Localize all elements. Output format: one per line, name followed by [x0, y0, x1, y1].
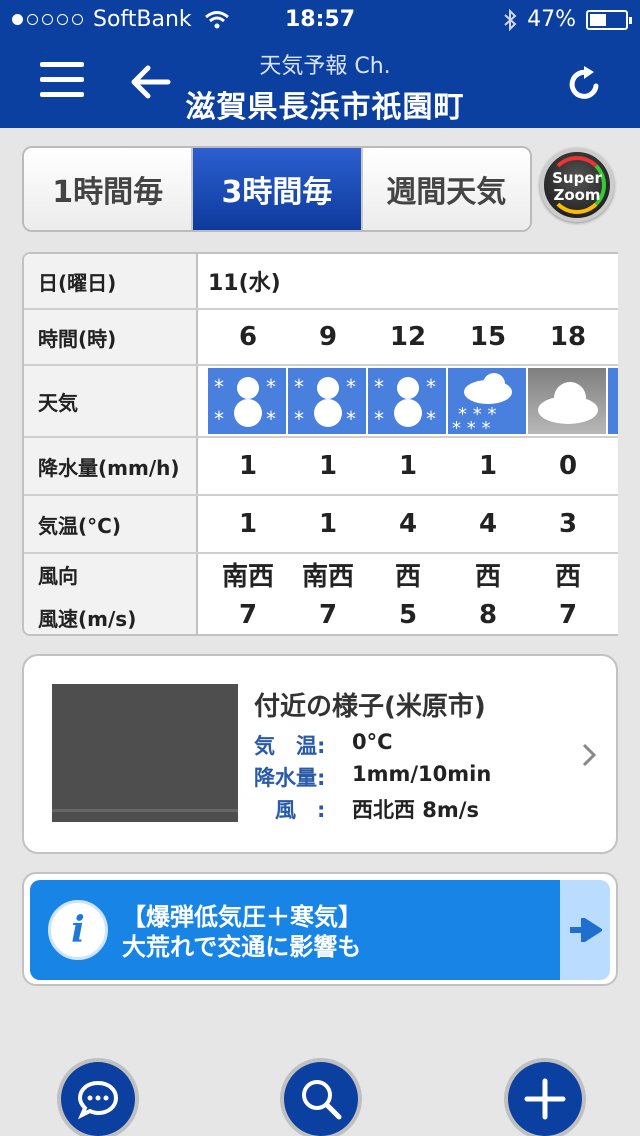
chat-button[interactable]	[61, 1062, 135, 1136]
bluetooth-icon	[504, 8, 517, 31]
info-icon: i	[48, 900, 108, 960]
time-label: 時間(時)	[24, 310, 198, 364]
svg-text:*: *	[374, 407, 384, 431]
wind-speed-label: 風速(m/s)	[38, 607, 137, 631]
time-cells: 6 9 12 15 18	[208, 310, 618, 364]
live-camera-image	[52, 684, 238, 822]
battery-icon	[586, 9, 632, 30]
news-banner[interactable]: i 【爆弾低気圧＋寒気】 大荒れで交通に影響も	[22, 872, 618, 986]
snow-icon: * * * *	[208, 368, 286, 434]
precip-cell: 1	[398, 451, 418, 481]
cloudy-icon	[528, 368, 606, 434]
weather-icon-partial	[608, 368, 618, 434]
wind-cell: 西8	[474, 562, 501, 630]
svg-text:*: *	[374, 375, 384, 399]
status-right: 47%	[503, 7, 632, 32]
battery-percent: 47%	[527, 7, 576, 32]
page-title: 滋賀県長浜市祇園町	[185, 90, 465, 125]
temp-cell: 4	[398, 509, 418, 539]
snow-icon: * * * *	[368, 368, 446, 434]
nearby-wind: 風 : 西北西 8m/s	[254, 798, 479, 822]
svg-text:*: *	[266, 407, 276, 431]
date-row: 日(曜日) 11(水)	[24, 254, 618, 310]
hour-cell: 18	[549, 322, 587, 352]
svg-text:*: *	[266, 375, 276, 399]
precip-cell: 1	[318, 451, 338, 481]
temp-cells: 1 1 4 4 3	[208, 496, 618, 552]
tab-1hour[interactable]: 1時間毎	[24, 148, 194, 230]
date-value: 11(水)	[208, 271, 281, 296]
svg-text:*: *	[426, 407, 436, 431]
precip-cell: 0	[558, 451, 578, 481]
hour-cell: 9	[318, 322, 338, 352]
wind-dir-label: 風向	[38, 564, 78, 588]
superzoom-button[interactable]: Super Zoom	[540, 148, 614, 222]
weather-label: 天気	[24, 366, 198, 436]
date-label: 日(曜日)	[24, 254, 198, 308]
precip-row: 降水量(mm/h) 1 1 1 1 0	[24, 438, 618, 496]
temp-cell: 3	[558, 509, 578, 539]
hour-cell: 15	[469, 322, 507, 352]
wind-cell: 西5	[394, 562, 421, 630]
precip-cell: 1	[238, 451, 258, 481]
nearby-conditions-card[interactable]: 付近の様子(米原市) 気 温: 0°C 降水量: 1mm/10min 風 : 西北西 …	[22, 654, 618, 854]
wind-label: 風向 風速(m/s)	[24, 554, 198, 634]
interval-tabs: 1時間毎 3時間毎 週間天気	[22, 146, 532, 232]
superzoom-label: Super Zoom	[552, 169, 602, 204]
chat-icon	[77, 1080, 119, 1120]
menu-button[interactable]	[40, 62, 84, 102]
forecast-table: 日(曜日) 11(水) 時間(時) 6 9 12 15 18 天気 * * * * …	[22, 252, 618, 636]
chevron-right-icon	[582, 743, 597, 767]
tab-weekly[interactable]: 週間天気	[362, 148, 530, 230]
weather-cells: * * * * * * * * * * * * * * * * * *	[200, 366, 618, 436]
svg-text:*: *	[294, 375, 304, 399]
news-headline: 【爆弾低気圧＋寒気】 大荒れで交通に影響も	[122, 903, 362, 961]
wind-cells: 南西 7 南西 7 西5 西8 西7	[208, 554, 618, 634]
header-title-block: 天気予報 Ch. 滋賀県長浜市祇園町	[175, 48, 475, 126]
hour-cell: 6	[238, 322, 258, 352]
weather-row: 天気 * * * * * * * * * * * * * * * * * *	[24, 366, 618, 438]
svg-text:*: *	[426, 375, 436, 399]
header-bar: SoftBank 18:57 47% 天気予報 Ch. 滋賀県長浜市祇園町	[0, 0, 640, 128]
temp-label: 気温(°C)	[24, 496, 198, 552]
header-subtitle: 天気予報 Ch.	[259, 54, 391, 79]
wind-cell: 南西 7	[221, 562, 274, 630]
status-bar: SoftBank 18:57 47%	[0, 0, 640, 40]
menu-icon	[40, 62, 84, 67]
search-button[interactable]	[284, 1062, 358, 1136]
cloud-snow-icon: * * * * * *	[448, 368, 526, 434]
back-arrow-icon[interactable]	[128, 60, 172, 104]
refresh-icon[interactable]	[562, 62, 606, 106]
wind-cell: 西7	[554, 562, 581, 630]
precip-cells: 1 1 1 1 0	[208, 438, 618, 494]
nearby-temp: 気 温: 0°C	[254, 730, 393, 758]
arrow-right-icon[interactable]	[560, 880, 610, 980]
add-button[interactable]	[508, 1062, 582, 1136]
temp-row: 気温(°C) 1 1 4 4 3	[24, 496, 618, 554]
svg-text:*: *	[214, 375, 224, 399]
precip-label: 降水量(mm/h)	[24, 438, 198, 494]
search-icon	[302, 1080, 342, 1120]
time-row: 時間(時) 6 9 12 15 18	[24, 310, 618, 366]
temp-cell: 4	[478, 509, 498, 539]
svg-text:* * *: * * *	[452, 418, 490, 434]
news-body: i 【爆弾低気圧＋寒気】 大荒れで交通に影響も	[30, 880, 560, 980]
nearby-precip: 降水量: 1mm/10min	[254, 762, 492, 790]
svg-text:*: *	[294, 407, 304, 431]
temp-cell: 1	[318, 509, 338, 539]
wind-row: 風向 風速(m/s) 南西 7 南西 7 西5 西8 西7	[24, 554, 618, 634]
hour-cell: 12	[389, 322, 427, 352]
nearby-title: 付近の様子(米原市)	[254, 692, 486, 722]
svg-text:*: *	[346, 407, 356, 431]
temp-cell: 1	[238, 509, 258, 539]
svg-text:*: *	[346, 375, 356, 399]
svg-text:*: *	[214, 407, 224, 431]
wind-cell: 南西 7	[301, 562, 354, 630]
plus-icon	[524, 1078, 566, 1120]
tab-3hour[interactable]: 3時間毎	[193, 148, 363, 230]
precip-cell: 1	[478, 451, 498, 481]
snow-icon: * * * *	[288, 368, 366, 434]
